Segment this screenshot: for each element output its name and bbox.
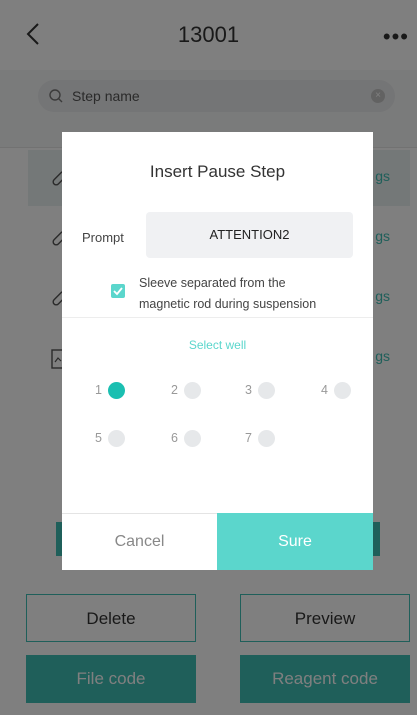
insert-pause-step-dialog: Insert Pause Step Prompt ATTENTION2 Slee… xyxy=(62,132,373,570)
sure-button[interactable]: Sure xyxy=(217,513,373,570)
well-number: 5 xyxy=(95,431,102,445)
well-number: 1 xyxy=(95,383,102,397)
prompt-label: Prompt xyxy=(82,230,124,245)
well-dot xyxy=(184,382,201,399)
sleeve-separated-checkbox[interactable] xyxy=(111,284,125,298)
well-dot xyxy=(258,430,275,447)
well-dot xyxy=(108,382,125,399)
well-dot xyxy=(108,430,125,447)
well-number: 6 xyxy=(171,431,178,445)
checkbox-label-line2: magnetic rod during suspension xyxy=(139,297,317,311)
prompt-input[interactable]: ATTENTION2 xyxy=(146,212,353,258)
well-dot xyxy=(334,382,351,399)
cancel-button[interactable]: Cancel xyxy=(62,514,217,570)
dialog-footer: Cancel Sure xyxy=(62,513,373,570)
divider xyxy=(62,317,373,318)
well-dot xyxy=(258,382,275,399)
select-well-title: Select well xyxy=(188,338,247,352)
checkbox-label-line1: Sleeve separated from the xyxy=(139,276,286,290)
dialog-title: Insert Pause Step xyxy=(149,162,286,181)
well-number: 4 xyxy=(321,383,328,397)
well-number: 2 xyxy=(171,383,178,397)
checkmark-icon xyxy=(113,287,123,296)
well-number: 7 xyxy=(245,431,252,445)
well-number: 3 xyxy=(245,383,252,397)
checkbox-label: Sleeve separated from the magnetic rod d… xyxy=(139,273,359,315)
well-dot xyxy=(184,430,201,447)
